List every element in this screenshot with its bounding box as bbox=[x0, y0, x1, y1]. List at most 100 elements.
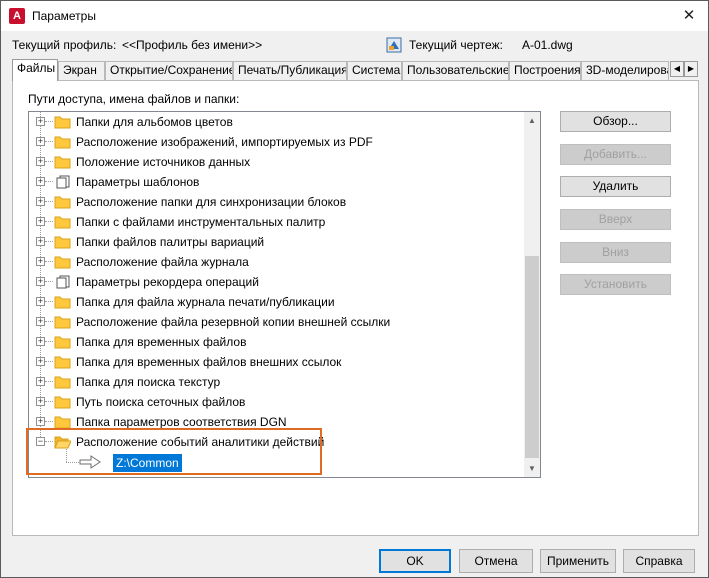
current-drawing-label: Текущий чертеж: bbox=[409, 38, 503, 52]
apply-button[interactable]: Применить bbox=[540, 549, 616, 573]
add-button[interactable]: Добавить... bbox=[560, 144, 671, 165]
expand-icon[interactable]: + bbox=[36, 217, 45, 226]
tab-open-save[interactable]: Открытие/Сохранение bbox=[105, 61, 233, 80]
profile-row: Текущий профиль: <<Профиль без имени>> Т… bbox=[12, 37, 702, 55]
expand-icon[interactable]: + bbox=[36, 297, 45, 306]
set-current-button[interactable]: Установить bbox=[560, 274, 671, 295]
expand-icon[interactable]: + bbox=[36, 357, 45, 366]
cancel-button[interactable]: Отмена bbox=[459, 549, 533, 573]
tab-drafting[interactable]: Построения bbox=[509, 61, 581, 80]
tab-display[interactable]: Экран bbox=[58, 61, 105, 80]
expand-icon[interactable]: + bbox=[36, 137, 45, 146]
tree-item-tool-palettes-folders[interactable]: + Папки с файлами инструментальных палит… bbox=[29, 212, 526, 232]
tree-item-temp-xref-folder[interactable]: + Папка для временных файлов внешних ссы… bbox=[29, 352, 526, 372]
tab-system[interactable]: Система bbox=[347, 61, 402, 80]
options-dialog: A Параметры ✕ Текущий профиль: <<Профиль… bbox=[0, 0, 709, 578]
scroll-up-icon[interactable]: ▲ bbox=[524, 112, 540, 129]
tree-item-label: Расположение папки для синхронизации бло… bbox=[76, 195, 347, 209]
expand-icon[interactable]: + bbox=[36, 397, 45, 406]
tree-item-variation-palette-folders[interactable]: + Папки файлов палитры вариаций bbox=[29, 232, 526, 252]
tree-item-data-sources-location[interactable]: + Положение источников данных bbox=[29, 152, 526, 172]
expand-icon[interactable]: + bbox=[36, 377, 45, 386]
tree-item-label: Положение источников данных bbox=[76, 155, 251, 169]
tree-item-label: Папка для поиска текстур bbox=[76, 375, 221, 389]
folder-icon bbox=[54, 316, 71, 329]
expand-icon[interactable]: + bbox=[36, 317, 45, 326]
expand-icon[interactable]: + bbox=[36, 237, 45, 246]
tree-item-texture-search-folder[interactable]: + Папка для поиска текстур bbox=[29, 372, 526, 392]
expand-icon[interactable]: + bbox=[36, 337, 45, 346]
move-up-button[interactable]: Вверх bbox=[560, 209, 671, 230]
folder-icon bbox=[54, 376, 71, 389]
expand-icon[interactable]: + bbox=[36, 417, 45, 426]
tab-strip: Файлы Экран Открытие/Сохранение Печать/П… bbox=[12, 59, 699, 81]
selected-path-value[interactable]: Z:\Common bbox=[113, 454, 182, 472]
tree-item-label: Расположение событий аналитики действий bbox=[76, 435, 325, 449]
tree-item-label: Путь поиска сеточных файлов bbox=[76, 395, 246, 409]
tree-item-block-sync-folder[interactable]: + Расположение папки для синхронизации б… bbox=[29, 192, 526, 212]
tab-3d-modeling[interactable]: 3D-моделирова bbox=[581, 61, 669, 80]
documents-icon bbox=[56, 275, 70, 289]
tree-item-label: Папка для файла журнала печати/публикаци… bbox=[76, 295, 335, 309]
expand-icon[interactable]: + bbox=[36, 277, 45, 286]
tree-item-label: Папка для временных файлов внешних ссыло… bbox=[76, 355, 342, 369]
folder-icon bbox=[54, 256, 71, 269]
move-down-button[interactable]: Вниз bbox=[560, 242, 671, 263]
window-title: Параметры bbox=[32, 9, 96, 23]
tree-item-plot-log-folder[interactable]: + Папка для файла журнала печати/публика… bbox=[29, 292, 526, 312]
close-button[interactable]: ✕ bbox=[670, 1, 708, 31]
folder-icon bbox=[54, 116, 71, 129]
tree-item-label: Папки для альбомов цветов bbox=[76, 115, 233, 129]
tab-scroll-right-button[interactable]: ▶ bbox=[684, 61, 698, 77]
tree-item-action-analytics-location[interactable]: − Расположение событий аналитики действи… bbox=[29, 432, 526, 452]
tree-item-color-book-locations[interactable]: + Папки для альбомов цветов bbox=[29, 112, 526, 132]
remove-button[interactable]: Удалить bbox=[560, 176, 671, 197]
documents-icon bbox=[56, 175, 70, 189]
tree-item-temp-files-folder[interactable]: + Папка для временных файлов bbox=[29, 332, 526, 352]
expand-icon[interactable]: + bbox=[36, 157, 45, 166]
expand-icon[interactable]: + bbox=[36, 197, 45, 206]
tree-item-label: Папка параметров соответствия DGN bbox=[76, 415, 287, 429]
help-button[interactable]: Справка bbox=[623, 549, 695, 573]
search-paths-tree[interactable]: + Папки для альбомов цветов + Расположен… bbox=[28, 111, 541, 478]
folder-icon bbox=[54, 236, 71, 249]
tree-item-dgn-mapping-folder[interactable]: + Папка параметров соответствия DGN bbox=[29, 412, 526, 432]
tab-user-preferences[interactable]: Пользовательские bbox=[402, 61, 509, 80]
folder-icon bbox=[54, 296, 71, 309]
tree-item-pdf-image-location[interactable]: + Расположение изображений, импортируемы… bbox=[29, 132, 526, 152]
expand-icon[interactable]: + bbox=[36, 117, 45, 126]
drawing-icon bbox=[386, 37, 402, 53]
folder-icon bbox=[54, 156, 71, 169]
scroll-thumb[interactable] bbox=[525, 256, 539, 458]
tab-files[interactable]: Файлы bbox=[12, 59, 58, 81]
scroll-down-icon[interactable]: ▼ bbox=[524, 460, 540, 477]
tree-item-template-settings[interactable]: + Параметры шаблонов bbox=[29, 172, 526, 192]
tree-item-label: Параметры шаблонов bbox=[76, 175, 200, 189]
tree-content: + Папки для альбомов цветов + Расположен… bbox=[29, 112, 526, 477]
tree-vertical-scrollbar[interactable]: ▲ ▼ bbox=[524, 112, 540, 477]
ok-button[interactable]: OK bbox=[379, 549, 451, 573]
tree-item-action-recorder-settings[interactable]: + Параметры рекордера операций bbox=[29, 272, 526, 292]
tree-item-mesh-search-path[interactable]: + Путь поиска сеточных файлов bbox=[29, 392, 526, 412]
tree-item-xref-backup-location[interactable]: + Расположение файла резервной копии вне… bbox=[29, 312, 526, 332]
path-arrow-icon bbox=[79, 455, 101, 469]
folder-icon bbox=[54, 196, 71, 209]
tab-plot-publish[interactable]: Печать/Публикация bbox=[233, 61, 347, 80]
folder-icon bbox=[54, 216, 71, 229]
folder-icon bbox=[54, 416, 71, 429]
tree-item-log-file-location[interactable]: + Расположение файла журнала bbox=[29, 252, 526, 272]
tree-item-label: Папки с файлами инструментальных палитр bbox=[76, 215, 326, 229]
tree-item-label: Расположение файла резервной копии внешн… bbox=[76, 315, 391, 329]
current-profile-value: <<Профиль без имени>> bbox=[122, 38, 263, 52]
folder-icon bbox=[54, 396, 71, 409]
tab-scroll-left-button[interactable]: ◀ bbox=[670, 61, 684, 77]
expand-icon[interactable]: + bbox=[36, 177, 45, 186]
expand-icon[interactable]: + bbox=[36, 257, 45, 266]
folder-icon bbox=[54, 136, 71, 149]
collapse-icon[interactable]: − bbox=[36, 437, 45, 446]
title-bar: A Параметры ✕ bbox=[1, 1, 708, 31]
tree-item-label: Параметры рекордера операций bbox=[76, 275, 259, 289]
tree-item-label: Папки файлов палитры вариаций bbox=[76, 235, 265, 249]
folder-icon bbox=[54, 336, 71, 349]
browse-button[interactable]: Обзор... bbox=[560, 111, 671, 132]
